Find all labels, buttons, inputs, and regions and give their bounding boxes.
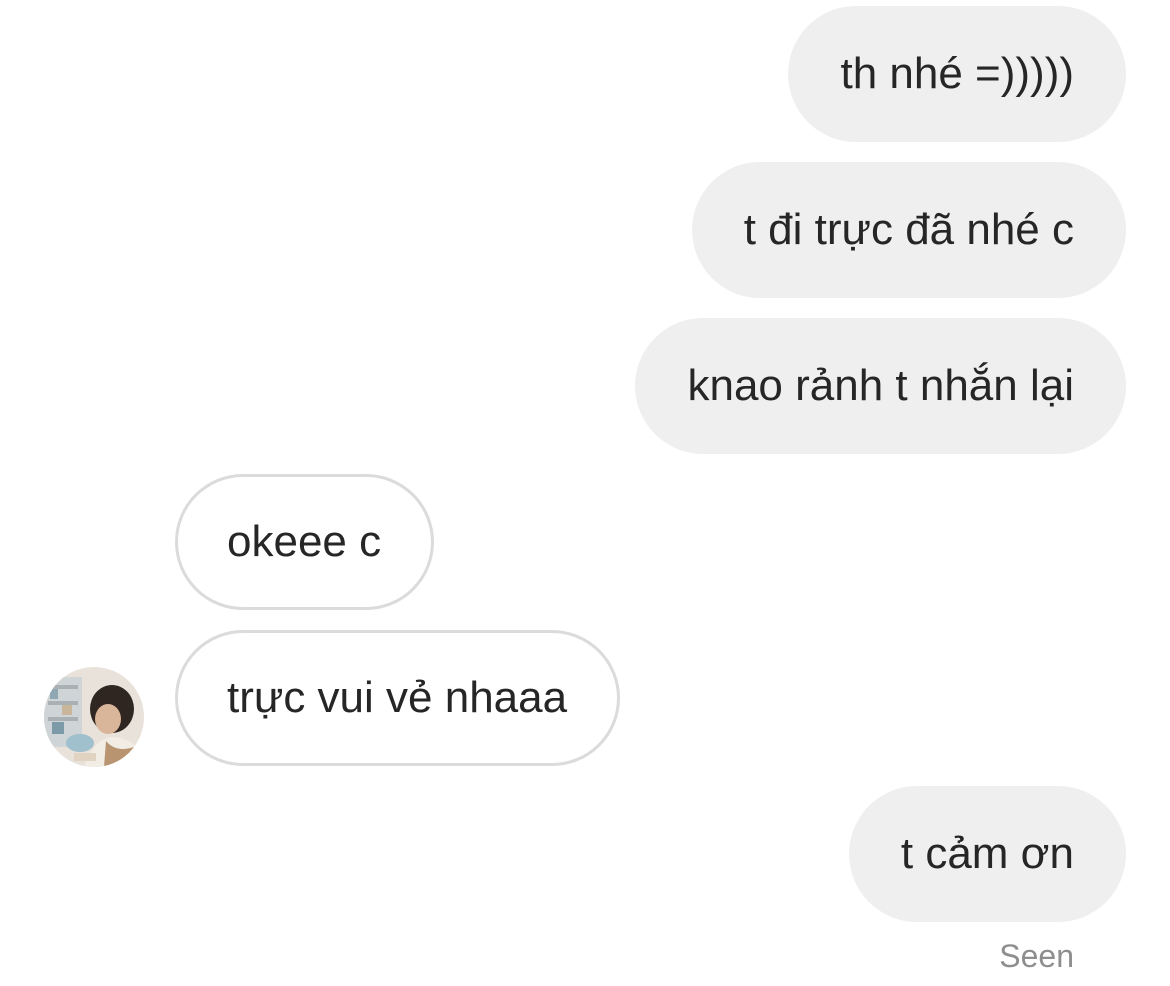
message-text: t cảm ơn — [900, 829, 1074, 878]
seen-status: Seen — [999, 938, 1074, 974]
incoming-message-bubble[interactable]: trực vui vẻ nhaaa — [175, 630, 621, 766]
avatar-image — [44, 667, 144, 767]
outgoing-message-bubble[interactable]: t đi trực đã nhé c — [691, 162, 1126, 298]
avatar[interactable] — [44, 667, 144, 767]
message-text: t đi trực đã nhé c — [743, 205, 1074, 254]
incoming-message-bubble[interactable]: okeee c — [175, 474, 435, 610]
message-text: okeee c — [227, 517, 382, 566]
outgoing-message-bubble[interactable]: knao rảnh t nhắn lại — [635, 318, 1126, 454]
message-text: trực vui vẻ nhaaa — [227, 673, 568, 722]
outgoing-message-bubble[interactable]: th nhé =))))) — [788, 6, 1126, 142]
message-text: th nhé =))))) — [840, 49, 1074, 98]
outgoing-message-bubble[interactable]: t cảm ơn — [848, 786, 1126, 922]
message-text: knao rảnh t nhắn lại — [687, 361, 1074, 410]
